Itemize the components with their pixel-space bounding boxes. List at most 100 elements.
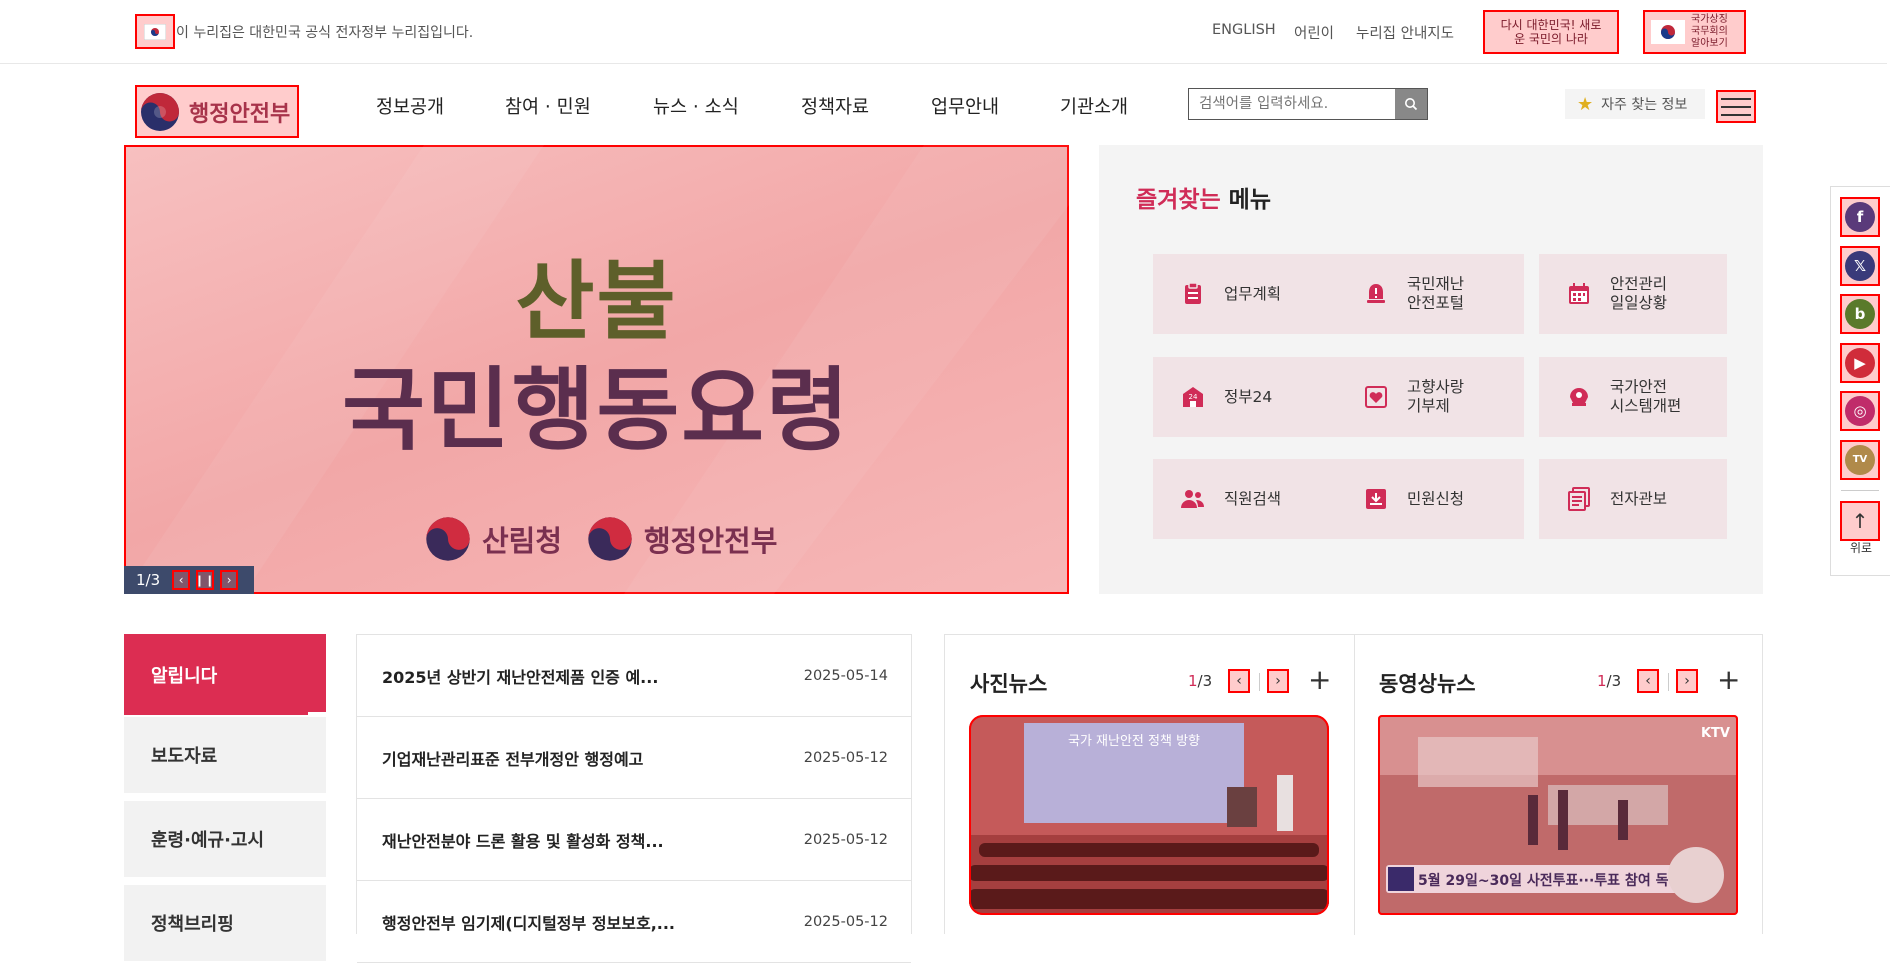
facebook-link[interactable]: f — [1840, 197, 1880, 237]
instagram-icon: ◎ — [1845, 396, 1875, 426]
nav-news[interactable]: 뉴스 · 소식 — [653, 93, 739, 119]
x-link[interactable]: 𝕏 — [1840, 245, 1880, 286]
notice-date: 2025-05-14 — [803, 667, 888, 684]
all-menu-button[interactable] — [1716, 90, 1756, 123]
photo-prev-button[interactable]: ‹ — [1228, 669, 1250, 693]
fav-national-safety[interactable]: 국가안전 시스템개편 — [1539, 357, 1727, 437]
blog-link[interactable]: b — [1840, 294, 1880, 334]
national-symbol-link[interactable]: 국가상징 국무회의 알아보기 — [1643, 10, 1746, 54]
fav-hometown-donation[interactable]: 고향사랑 기부제 — [1336, 357, 1524, 437]
fav-label-line1: 안전관리 — [1610, 275, 1668, 293]
photo-more-button[interactable]: + — [1308, 663, 1331, 696]
forest-service-label: 산림청 — [482, 524, 563, 558]
sitemap-link[interactable]: 누리집 안내지도 — [1356, 22, 1454, 43]
video-prev-button[interactable]: ‹ — [1637, 669, 1659, 693]
chevron-left-icon: ‹ — [1645, 673, 1651, 689]
notice-row[interactable]: 기업재난관리표준 전부개정안 행정예고 2025-05-12 — [357, 717, 911, 799]
favorite-title-rest: 메뉴 — [1228, 187, 1271, 213]
scroll-top-button[interactable]: ↑ — [1840, 501, 1880, 541]
photo-news-title: 사진뉴스 — [970, 672, 1048, 696]
nav-about[interactable]: 기관소개 — [1060, 93, 1128, 119]
notice-date: 2025-05-12 — [803, 831, 888, 848]
slide-next-button[interactable]: › — [220, 570, 239, 590]
forest-service-emblem-icon — [426, 517, 470, 561]
fav-label-line2: 기부제 — [1407, 397, 1450, 415]
nav-participation[interactable]: 참여 · 민원 — [505, 93, 591, 119]
slide-pause-button[interactable]: ❙❙ — [195, 570, 214, 590]
favorite-title-highlight: 즐겨찾는 — [1136, 187, 1221, 213]
search-input[interactable] — [1189, 89, 1395, 119]
mois-banner-logo: 행정안전부 — [586, 515, 777, 563]
blog-icon: b — [1845, 299, 1875, 329]
mois-emblem-icon — [141, 92, 179, 131]
banner-headline-2: 국민행동요령 — [342, 358, 851, 463]
photo-news-pager: 1/3 — [1188, 672, 1212, 690]
heart-icon — [1365, 386, 1387, 408]
video-news-thumbnail: KTV 5월 29일~30일 사전투표···투표 참여 독려 — [1378, 715, 1738, 915]
nav-policy-data[interactable]: 정책자료 — [801, 93, 869, 119]
photo-page-total: /3 — [1197, 672, 1213, 690]
notice-title: 2025년 상반기 재난안전제품 인증 예... — [382, 667, 659, 687]
chevron-right-icon: › — [1275, 673, 1281, 689]
notice-row[interactable]: 행정안전부 임기제(디지털정부 정보보호,... 2025-05-12 — [357, 881, 911, 963]
taegukgi-icon — [1651, 20, 1685, 44]
tab-policy-briefing[interactable]: 정책브리핑 — [124, 885, 326, 961]
video-news-title: 동영상뉴스 — [1379, 672, 1476, 696]
fav-disaster-portal[interactable]: 국민재난 안전포털 — [1336, 254, 1524, 334]
fav-label-line2: 시스템개편 — [1610, 397, 1682, 415]
fav-label-line1: 전자관보 — [1610, 489, 1668, 508]
chevron-right-icon: › — [1684, 673, 1690, 689]
top-bar: 이 누리집은 대한민국 공식 전자정부 누리집입니다. ENGLISH 어린이 … — [0, 0, 1887, 64]
search-button[interactable] — [1395, 89, 1427, 119]
fav-work-plan[interactable]: 업무계획 — [1153, 254, 1341, 334]
tab-directives[interactable]: 훈령·예규·고시 — [124, 801, 326, 877]
notice-list: 2025년 상반기 재난안전제품 인증 예... 2025-05-14 기업재난관리… — [356, 634, 912, 963]
tab-notices[interactable]: 알립니다 — [124, 634, 326, 712]
photo-news-image[interactable]: 국가 재난안전 정책 방향 — [969, 715, 1329, 915]
fav-daily-safety[interactable]: 안전관리 일일상황 — [1539, 254, 1727, 334]
document-list-icon — [1568, 487, 1590, 511]
mois-banner-label: 행정안전부 — [644, 524, 778, 558]
tab-active-underline — [124, 711, 308, 715]
site-logo[interactable]: 행정안전부 — [135, 85, 299, 138]
video-more-button[interactable]: + — [1717, 663, 1740, 696]
fav-civil-petition[interactable]: 민원신청 — [1336, 459, 1524, 539]
fav-label-line2: 안전포털 — [1407, 294, 1465, 312]
people-icon — [1181, 490, 1204, 508]
english-link[interactable]: ENGLISH — [1212, 22, 1276, 38]
fav-label: 민원신청 — [1407, 490, 1464, 509]
main-banner-slide[interactable]: 산불 국민행동요령 산림청 행정안전부 — [124, 145, 1069, 594]
instagram-link[interactable]: ◎ — [1840, 391, 1880, 431]
notice-row[interactable]: 2025년 상반기 재난안전제품 인증 예... 2025-05-14 — [357, 635, 911, 717]
fav-label: 국가안전 시스템개편 — [1610, 378, 1681, 416]
notice-row[interactable]: 재난안전분야 드론 활용 및 활성화 정책... 2025-05-12 — [357, 799, 911, 881]
nav-info-disclosure[interactable]: 정보공개 — [376, 93, 444, 119]
slide-prev-button[interactable]: ‹ — [172, 570, 191, 590]
tv-link[interactable]: TV — [1840, 439, 1880, 480]
frequent-info-button[interactable]: ★ 자주 찾는 정보 — [1565, 89, 1705, 119]
fav-gov24[interactable]: 24 정부24 — [1153, 357, 1341, 437]
tab-press-releases[interactable]: 보도자료 — [124, 717, 326, 793]
fav-label: 국민재난 안전포털 — [1407, 275, 1464, 313]
kids-link[interactable]: 어린이 — [1294, 22, 1334, 43]
national-symbol-text: 국가상징 국무회의 알아보기 — [1691, 14, 1728, 49]
media-divider — [1354, 635, 1355, 935]
plus-icon: + — [1717, 663, 1741, 696]
nav-work-guide[interactable]: 업무안내 — [931, 93, 999, 119]
fav-staff-search[interactable]: 직원검색 — [1153, 459, 1341, 539]
fav-label: 정부24 — [1224, 388, 1272, 407]
campaign-banner-link[interactable]: 다시 대한민국! 새로운 국민의 나라 — [1483, 10, 1619, 54]
fav-official-gazette[interactable]: 전자관보 — [1539, 459, 1727, 539]
youtube-link[interactable]: ▶ — [1840, 342, 1880, 383]
photo-next-button[interactable]: › — [1267, 669, 1289, 693]
photo-news-thumbnail: 국가 재난안전 정책 방향 — [969, 715, 1329, 915]
star-icon: ★ — [1577, 93, 1594, 115]
fav-label: 직원검색 — [1224, 490, 1281, 509]
sns-sidebar: f 𝕏b ▶ ◎ TV ↑ 위로 — [1830, 186, 1890, 576]
fav-label-line1: 민원신청 — [1407, 489, 1465, 508]
logo-text: 행정안전부 — [189, 101, 291, 127]
photo-screen-text: 국가 재난안전 정책 방향 — [1068, 734, 1200, 749]
video-next-button[interactable]: › — [1676, 669, 1698, 693]
video-news-image[interactable]: KTV 5월 29일~30일 사전투표···투표 참여 독려 — [1378, 715, 1738, 915]
video-page-current: 1 — [1597, 672, 1607, 690]
